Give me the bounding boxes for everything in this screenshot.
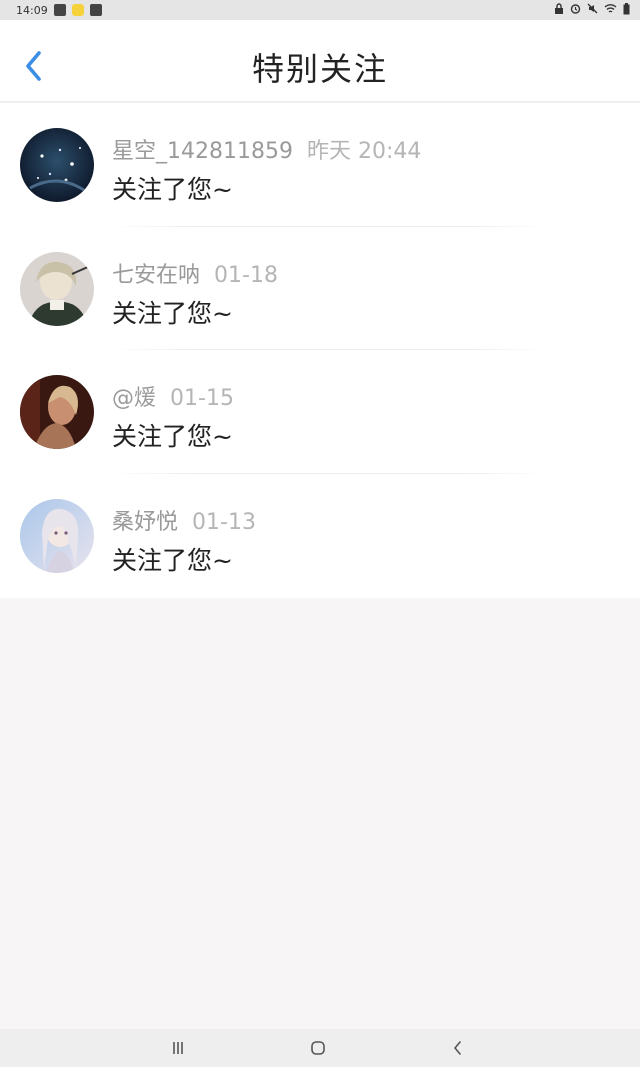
recent-apps-button[interactable] bbox=[168, 1038, 188, 1058]
page-title: 特别关注 bbox=[251, 50, 388, 88]
mute-icon bbox=[587, 3, 598, 17]
message-text: 关注了您~ bbox=[112, 545, 233, 575]
user-name[interactable]: @煖 bbox=[112, 386, 156, 411]
header: 特别关注 bbox=[0, 20, 640, 102]
avatar[interactable] bbox=[20, 498, 94, 573]
avatar[interactable] bbox=[20, 375, 94, 449]
meta-line: 桑妤悦 01-13 bbox=[112, 504, 256, 536]
message-text: 关注了您~ bbox=[112, 175, 233, 204]
system-back-button[interactable] bbox=[448, 1038, 468, 1058]
list-item[interactable]: 桑妤悦 01-13 关注了您~ bbox=[0, 474, 640, 598]
message-text: 关注了您~ bbox=[112, 422, 233, 451]
meta-line: 星空_142811859 昨天 20:44 bbox=[112, 133, 421, 165]
message-text: 关注了您~ bbox=[112, 298, 233, 328]
recent-apps-icon bbox=[173, 1042, 183, 1054]
user-name[interactable]: 桑妤悦 bbox=[112, 510, 178, 535]
wifi-icon bbox=[604, 3, 617, 17]
back-icon bbox=[454, 1041, 461, 1055]
list-item[interactable]: 星空_142811859 昨天 20:44 关注了您~ bbox=[0, 103, 640, 227]
avatar[interactable] bbox=[20, 251, 94, 326]
app-notification-icon bbox=[71, 4, 84, 16]
status-time: 14:09 bbox=[16, 3, 48, 17]
system-nav-bar bbox=[0, 1029, 640, 1067]
timestamp: 昨天 20:44 bbox=[306, 139, 422, 164]
timestamp: 01-15 bbox=[170, 386, 234, 411]
lock-icon bbox=[554, 3, 564, 17]
gallery-notification-icon bbox=[53, 4, 66, 16]
home-icon bbox=[311, 1041, 325, 1055]
meta-line: @煖 01-15 bbox=[112, 380, 234, 412]
status-left: 14:09 bbox=[16, 4, 102, 17]
camera-notification-icon bbox=[89, 4, 102, 16]
timestamp: 01-13 bbox=[192, 509, 256, 535]
battery-icon bbox=[623, 2, 630, 18]
avatar[interactable] bbox=[20, 128, 94, 202]
list-item[interactable]: 七安在呐 01-18 关注了您~ bbox=[0, 227, 640, 350]
user-name[interactable]: 星空_142811859 bbox=[112, 139, 293, 164]
meta-line: 七安在呐 01-18 bbox=[112, 257, 278, 289]
alarm-icon bbox=[570, 3, 581, 17]
list-item[interactable]: @煖 01-15 关注了您~ bbox=[0, 350, 640, 474]
status-bar: 14:09 bbox=[0, 0, 640, 20]
home-button[interactable] bbox=[308, 1038, 328, 1058]
status-right bbox=[554, 2, 630, 18]
follow-list: 星空_142811859 昨天 20:44 关注了您~ 七安在呐 01-18 关注了… bbox=[0, 103, 640, 598]
timestamp: 01-18 bbox=[214, 262, 278, 288]
user-name[interactable]: 七安在呐 bbox=[112, 263, 200, 288]
